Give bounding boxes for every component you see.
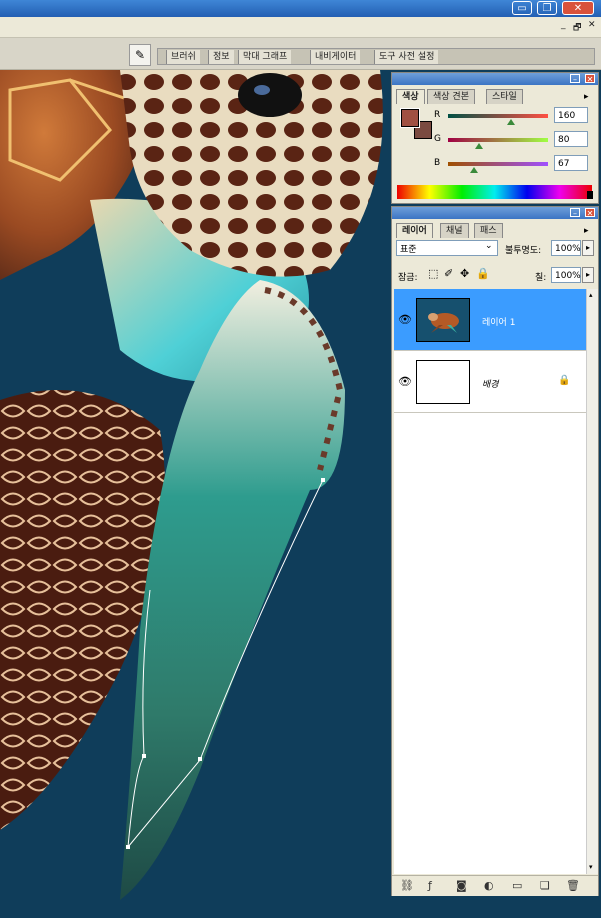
channel-label: R: [434, 110, 441, 120]
trash-icon[interactable]: 🗑: [566, 879, 580, 892]
tab-tool-presets[interactable]: 도구 사전 설정: [374, 50, 439, 64]
tab-swatches[interactable]: 색상 견본: [427, 89, 475, 104]
doc-close-button[interactable]: ✕: [588, 20, 596, 30]
visibility-eye-icon[interactable]: 👁: [398, 375, 412, 389]
color-spectrum-bar[interactable]: [397, 185, 592, 199]
layer-list: 👁 레이어 1 👁 배경 🔒: [394, 289, 586, 874]
fill-input[interactable]: 100%: [551, 267, 581, 283]
add-mask-icon[interactable]: ◙: [456, 879, 467, 892]
panel-close-icon[interactable]: ✕: [585, 74, 595, 84]
fill-label: 칠:: [535, 273, 547, 283]
scroll-up-icon[interactable]: ▴: [589, 291, 593, 299]
palette-well: 브러쉬 정보 막대 그래프 내비게이터 도구 사전 설정: [157, 48, 595, 65]
blend-mode-value: 표준: [400, 245, 417, 255]
channel-slider-track[interactable]: [448, 162, 548, 166]
lock-paint-icon[interactable]: ✐: [444, 267, 453, 280]
fill-slider-button[interactable]: ▸: [582, 267, 594, 283]
opacity-slider-button[interactable]: ▸: [582, 240, 594, 256]
layer-row[interactable]: 👁 배경 🔒: [394, 351, 586, 413]
lock-transparency-icon[interactable]: ⬚: [428, 267, 438, 280]
tab-channels[interactable]: 채널: [440, 223, 469, 238]
lock-label: 잠금:: [398, 273, 418, 283]
link-layers-icon[interactable]: ⛓: [400, 879, 414, 892]
layer-thumbnail: [416, 298, 470, 342]
tab-paths[interactable]: 패스: [474, 223, 503, 238]
adjustment-layer-icon[interactable]: ◐: [484, 879, 494, 892]
tab-styles[interactable]: 스타일: [486, 89, 523, 104]
layer-thumbnail: [416, 360, 470, 404]
channel-label: B: [434, 158, 441, 168]
document-canvas[interactable]: [0, 70, 390, 918]
layers-panel-header: – ✕: [392, 207, 598, 219]
lock-all-icon[interactable]: 🔒: [476, 267, 490, 280]
scroll-down-icon[interactable]: ▾: [589, 863, 593, 871]
title-bar: ▭ ❐ ✕: [0, 0, 601, 17]
blend-mode-select[interactable]: 표준 ⌄: [396, 240, 498, 256]
channel-slider-handle[interactable]: [507, 119, 515, 125]
channel-value-input[interactable]: 80: [554, 131, 588, 147]
new-layer-icon[interactable]: ❏: [540, 879, 550, 892]
layer-style-icon[interactable]: ƒ: [428, 879, 432, 892]
color-panel-header: – ✕: [392, 73, 598, 85]
opacity-input[interactable]: 100%: [551, 240, 581, 256]
channel-label: G: [434, 134, 441, 144]
panel-menu-icon[interactable]: ▸: [584, 226, 589, 236]
panel-close-icon[interactable]: ✕: [585, 208, 595, 218]
panel-minimize-icon[interactable]: –: [570, 208, 580, 218]
tab-layers[interactable]: 레이어: [396, 223, 433, 238]
close-button[interactable]: ✕: [562, 1, 594, 15]
visibility-eye-icon[interactable]: 👁: [398, 313, 412, 327]
tab-color[interactable]: 색상: [396, 89, 425, 104]
tab-histogram[interactable]: 막대 그래프: [238, 50, 292, 64]
channel-slider-track[interactable]: [448, 138, 548, 142]
new-group-icon[interactable]: ▭: [512, 879, 522, 892]
foreground-color-swatch[interactable]: [400, 108, 420, 128]
channel-slider-track[interactable]: [448, 114, 548, 118]
channel-slider-handle[interactable]: [475, 143, 483, 149]
layers-panel: – ✕ 레이어 채널 패스 ▸ 표준 ⌄ 불투명도: 100% ▸ 잠금: ⬚ …: [391, 206, 599, 896]
channel-slider-handle[interactable]: [470, 167, 478, 173]
color-panel: – ✕ 색상 색상 견본 스타일 ▸ R 160 G 80 B 67: [391, 72, 599, 204]
palette-well-icon[interactable]: ✎: [129, 44, 151, 66]
channel-value-input[interactable]: 67: [554, 155, 588, 171]
lock-move-icon[interactable]: ✥: [460, 267, 469, 280]
layers-toolbar: ⛓ ƒ ◙ ◐ ▭ ❏ 🗑: [392, 875, 598, 896]
opacity-label: 불투명도:: [505, 246, 542, 256]
menu-bar: _ 🗗 ✕: [0, 17, 601, 38]
black-swatch[interactable]: [587, 191, 593, 199]
turtle-image: [0, 70, 390, 918]
channel-value-input[interactable]: 160: [554, 107, 588, 123]
layer-name: 레이어 1: [482, 318, 516, 328]
layer-name: 배경: [482, 380, 499, 390]
tab-info[interactable]: 정보: [208, 50, 234, 64]
tab-navigator[interactable]: 내비게이터: [310, 50, 361, 64]
layer-list-scrollbar[interactable]: ▴ ▾: [586, 289, 598, 874]
panel-minimize-icon[interactable]: –: [570, 74, 580, 84]
layer-row[interactable]: 👁 레이어 1: [394, 289, 586, 351]
tab-brushes[interactable]: 브러쉬: [166, 50, 200, 64]
restore-button[interactable]: ❐: [537, 1, 557, 15]
minimize-button[interactable]: ▭: [512, 1, 532, 15]
turtle-thumbnail-icon: [428, 313, 459, 333]
doc-restore-button[interactable]: 🗗: [573, 20, 581, 36]
chevron-down-icon: ⌄: [485, 241, 493, 251]
lock-icon: 🔒: [558, 375, 571, 386]
panel-menu-icon[interactable]: ▸: [584, 92, 589, 102]
doc-minimize-button[interactable]: _: [561, 20, 566, 30]
